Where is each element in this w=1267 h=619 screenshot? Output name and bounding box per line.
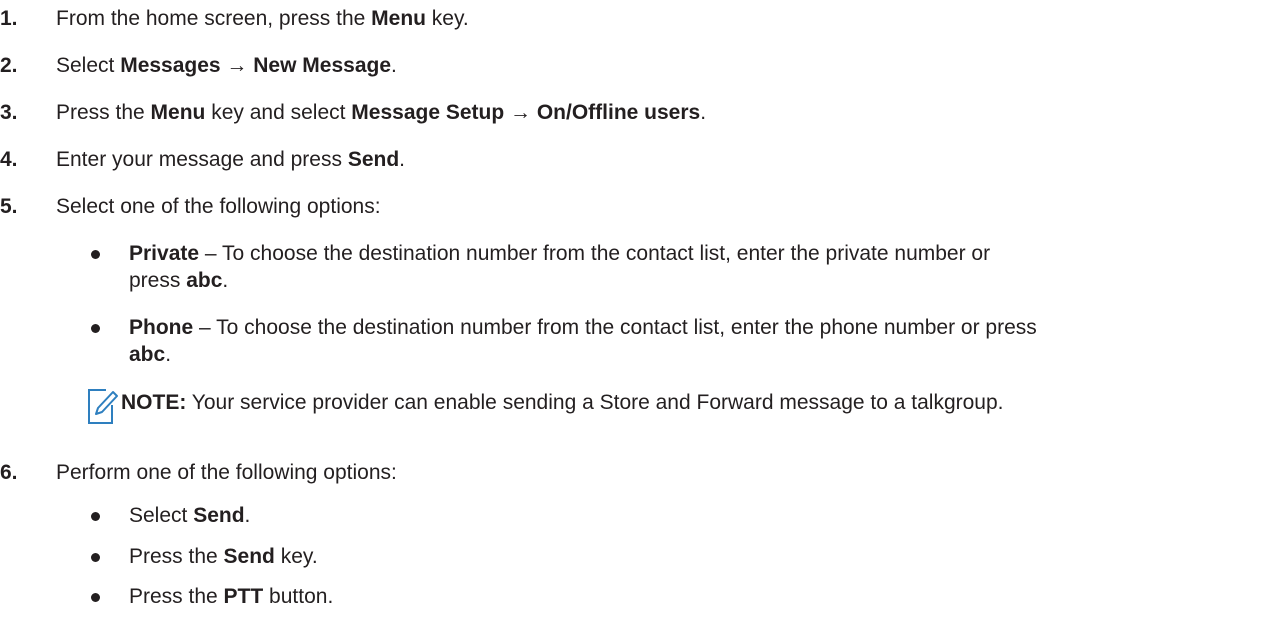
step-text: From the home screen, press the Menu key… — [56, 7, 469, 30]
step-number: 6. — [0, 461, 18, 484]
option-text: Private – To choose the destination numb… — [129, 242, 991, 292]
option-text: Press the PTT button. — [129, 585, 334, 608]
bullet-dot — [91, 512, 100, 521]
instructions-page: 1. From the home screen, press the Menu … — [0, 0, 1267, 619]
step-number: 5. — [0, 195, 18, 218]
bullet-dot — [91, 250, 100, 259]
step-number: 2. — [0, 54, 18, 77]
step-text: Press the Menu key and select Message Se… — [56, 101, 707, 124]
option-text: Select Send. — [129, 504, 251, 527]
step-text: Enter your message and press Send. — [56, 148, 406, 171]
note-pencil-icon — [86, 387, 120, 425]
note-text: NOTE: Your service provider can enable s… — [121, 391, 1004, 414]
bullet-dot — [91, 324, 100, 333]
option-text: Press the Send key. — [129, 545, 318, 568]
step-text: Select one of the following options: — [56, 195, 381, 218]
bullet-dot — [91, 553, 100, 562]
bullet-dot — [91, 593, 100, 602]
step-text: Select Messages → New Message. — [56, 54, 397, 77]
step-text: Perform one of the following options: — [56, 461, 397, 484]
step-number: 1. — [0, 7, 18, 30]
step-number: 4. — [0, 148, 18, 171]
option-text: Phone – To choose the destination number… — [129, 316, 1037, 366]
step-number: 3. — [0, 101, 18, 124]
